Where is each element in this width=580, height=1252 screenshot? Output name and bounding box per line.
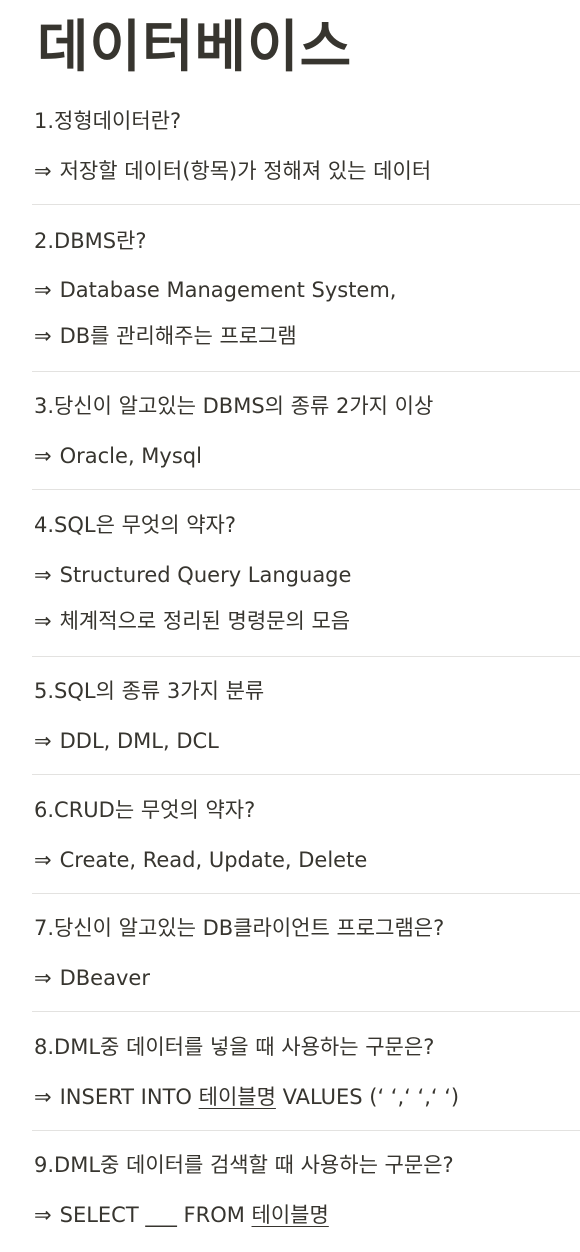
divider	[32, 371, 580, 372]
answer-1-1: ⇒ 저장할 데이터(항목)가 정해져 있는 데이터	[34, 156, 431, 186]
question-7: 7.당신이 알고있는 DB클라이언트 프로그램은?	[34, 916, 445, 940]
question-6: 6.CRUD는 무엇의 약자?	[34, 798, 256, 822]
answer-6-1: ⇒ Create, Read, Update, Delete	[34, 845, 367, 875]
arrow-icon: ⇒	[34, 444, 52, 468]
arrow-icon: ⇒	[34, 729, 52, 753]
answer-9-1: ⇒ SELECT ___ FROM 테이블명	[34, 1200, 329, 1230]
divider	[32, 204, 580, 205]
divider	[32, 1130, 580, 1131]
arrow-icon: ⇒	[34, 1203, 52, 1227]
divider	[32, 489, 580, 490]
question-9: 9.DML중 데이터를 검색할 때 사용하는 구문은?	[34, 1153, 454, 1177]
arrow-icon: ⇒	[34, 563, 52, 587]
question-5: 5.SQL의 종류 3가지 분류	[34, 679, 265, 703]
question-8: 8.DML중 데이터를 넣을 때 사용하는 구문은?	[34, 1035, 435, 1059]
arrow-icon: ⇒	[34, 324, 52, 348]
answer-2-1: ⇒ Database Management System,	[34, 275, 396, 305]
arrow-icon: ⇒	[34, 278, 52, 302]
question-3: 3.당신이 알고있는 DBMS의 종류 2가지 이상	[34, 394, 434, 418]
arrow-icon: ⇒	[34, 609, 52, 633]
arrow-icon: ⇒	[34, 159, 52, 183]
answer-4-2: ⇒ 체계적으로 정리된 명령문의 모음	[34, 606, 350, 636]
answer-4-1: ⇒ Structured Query Language	[34, 560, 351, 590]
divider	[32, 1011, 580, 1012]
answer-7-1: ⇒ DBeaver	[34, 963, 150, 993]
underlined-text: 테이블명	[251, 1203, 329, 1227]
answer-5-1: ⇒ DDL, DML, DCL	[34, 726, 219, 756]
question-2: 2.DBMS란?	[34, 229, 147, 253]
arrow-icon: ⇒	[34, 848, 52, 872]
arrow-icon: ⇒	[34, 966, 52, 990]
divider	[32, 656, 580, 657]
answer-8-1: ⇒ INSERT INTO 테이블명 VALUES (‘ ‘,‘ ‘,‘ ‘)	[34, 1082, 459, 1112]
answer-2-2: ⇒ DB를 관리해주는 프로그램	[34, 321, 297, 351]
arrow-icon: ⇒	[34, 1085, 52, 1109]
question-4: 4.SQL은 무엇의 약자?	[34, 513, 237, 537]
divider	[32, 774, 580, 775]
underlined-text: 테이블명	[198, 1085, 276, 1109]
divider	[32, 893, 580, 894]
answer-3-1: ⇒ Oracle, Mysql	[34, 441, 202, 471]
question-1: 1.정형데이터란?	[34, 109, 182, 133]
page-title: 데이터베이스	[37, 15, 353, 80]
